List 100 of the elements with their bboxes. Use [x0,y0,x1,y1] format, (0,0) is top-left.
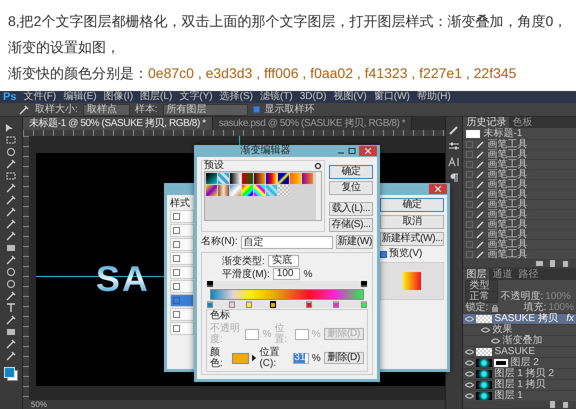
eye-icon[interactable] [465,349,474,355]
history-step[interactable]: 画笔工具 [463,150,576,160]
effect-checkbox[interactable] [173,269,180,276]
marquee-tool-icon[interactable] [4,135,17,145]
delete-button[interactable]: 删除(D) [324,352,364,364]
effect-item[interactable] [170,224,194,237]
menu-item[interactable]: 帮助(H) [416,92,451,102]
settings-icon[interactable] [314,162,322,170]
gradient-preset-swatch[interactable] [218,185,229,196]
zoom-field[interactable]: 50% [30,400,47,409]
blend-mode-dropdown[interactable]: 正常 [465,290,498,302]
effect-checkbox[interactable] [173,283,180,290]
document-tab[interactable]: sasuke.psd @ 50% (SASUKE 拷贝, RGB/8) * [212,117,412,130]
history-step[interactable]: 画笔工具 [463,220,576,230]
color-stop[interactable] [361,301,367,308]
history-step[interactable]: 画笔工具 [463,240,576,250]
layer-row[interactable]: 图层 1 拷贝 2 [463,368,576,379]
color-stop[interactable] [306,301,312,308]
brush-icon[interactable] [448,125,460,135]
gradient-preset-swatch[interactable] [266,185,277,196]
layer-row[interactable]: 图层 2 [463,357,576,368]
history-step[interactable]: 画笔工具 [463,230,576,240]
effect-item[interactable] [170,322,194,335]
effect-item[interactable] [170,294,194,307]
menu-item[interactable]: 选择(S) [220,92,253,102]
effect-checkbox[interactable] [173,311,180,318]
gradient-preset-swatch[interactable] [278,185,289,196]
menu-item[interactable]: 视图(V) [333,92,367,102]
effect-checkbox[interactable] [173,227,180,234]
name-field[interactable]: 自定 [240,236,334,248]
effect-item[interactable] [170,308,194,321]
layer-row[interactable]: SASUKE [463,346,576,357]
preview-checkbox[interactable] [380,250,387,258]
new-layer-icon[interactable] [548,401,557,408]
gradient-preset-swatch[interactable] [242,185,253,196]
sliders-icon[interactable] [448,141,460,151]
close-button[interactable] [429,184,447,194]
color-stop[interactable] [246,301,252,308]
shape-tool-icon[interactable] [4,327,17,337]
menu-item[interactable]: 图层(L) [140,92,172,102]
layer-row[interactable]: 图层 1 拷贝 [463,379,576,390]
effects-row[interactable]: 效果 [463,324,576,335]
close-button[interactable] [359,146,377,156]
dialog-button[interactable]: 确定 [329,165,373,179]
eyedropper-icon[interactable] [18,104,30,114]
scrollbar[interactable] [316,172,321,220]
menu-item[interactable]: 图像(I) [104,92,134,102]
gradient-type-dropdown[interactable]: 实底 [268,255,299,267]
gradient-preset-swatch[interactable] [254,185,265,196]
history-step[interactable]: 画笔工具 [463,200,576,210]
history-step[interactable]: 画笔工具 [463,140,576,150]
history-step[interactable]: 画笔工具 [463,190,576,200]
caret-icon[interactable] [252,354,256,362]
gradient-preset-swatch[interactable] [242,173,253,184]
eye-icon[interactable] [465,382,474,388]
filter-dropdown[interactable]: 类型 [465,280,498,292]
effect-item[interactable] [170,238,194,251]
eye-icon[interactable] [465,360,474,366]
effect-checkbox[interactable] [173,297,180,304]
effect-item[interactable] [170,210,194,223]
new-button[interactable]: 新建(W) [336,235,373,249]
location-field[interactable]: 31 [293,352,309,364]
color-stop[interactable] [207,301,213,308]
type-tool-icon[interactable] [4,303,17,313]
show-ring-checkbox[interactable] [252,106,260,113]
eyedropper-tool-icon[interactable] [4,183,17,193]
document-tab[interactable]: 未标题-1 @ 50% (SASUKE 拷贝, RGB/8) * [22,117,213,130]
panel-tab[interactable]: 路径 [515,269,542,280]
gradient-preset-swatch[interactable] [206,185,217,196]
panel-tab[interactable]: 图层 [463,269,490,280]
panel-tab[interactable]: 历史记录 [463,117,510,128]
stop-color-swatch[interactable] [232,352,250,364]
effect-row[interactable]: 渐变叠加 [463,335,576,346]
gradient-preset-swatch[interactable] [230,185,241,196]
color-stop[interactable] [270,301,276,308]
color-stop[interactable] [333,301,340,308]
new-document-icon[interactable] [548,260,557,267]
sample-dropdown[interactable]: 所有图层 [162,104,248,116]
gradient-preset-swatch[interactable] [206,173,217,184]
menu-item[interactable]: 滤镜(T) [260,92,293,102]
effect-checkbox[interactable] [173,213,180,220]
dialog-button[interactable]: 载入(L)... [329,202,373,216]
menu-item[interactable]: 编辑(E) [63,92,97,102]
menu-item[interactable]: 3D(D) [300,92,326,102]
dialog-button[interactable]: 取消 [380,215,444,229]
panel-tab[interactable]: 色板 [509,117,536,128]
sample-size-dropdown[interactable]: 取样点 [82,104,130,116]
maximize-icon[interactable] [348,148,356,154]
layer-row[interactable]: SASUKE 拷贝 fx [463,313,576,324]
dialog-button[interactable]: 复位 [329,181,373,195]
color-stop[interactable] [229,301,236,308]
smoothness-field[interactable]: 100 [272,268,300,280]
eye-icon[interactable] [481,327,490,333]
eye-icon[interactable] [465,393,474,399]
dialog-button[interactable]: 确定 [380,198,444,212]
gradient-preset-swatch[interactable] [230,173,241,184]
eye-icon[interactable] [491,338,500,344]
dialog-button[interactable]: 新建样式(W)... [380,232,444,246]
history-step[interactable]: 画笔工具 [463,160,576,170]
history-step[interactable]: 画笔工具 [463,210,576,220]
